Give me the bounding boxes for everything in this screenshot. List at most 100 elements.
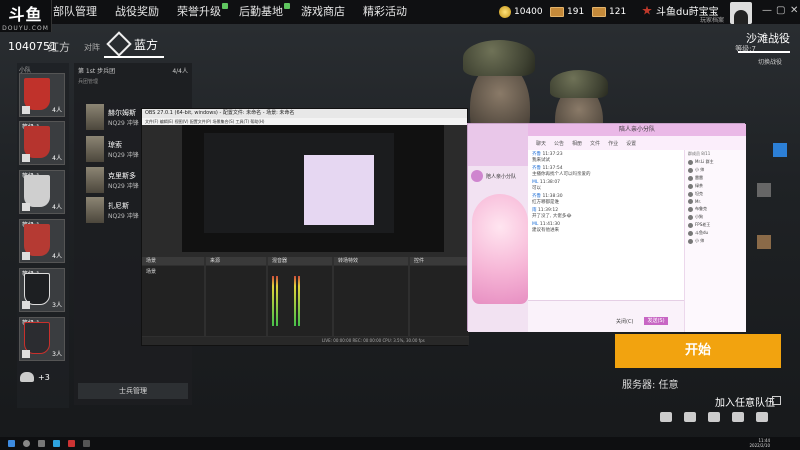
minimize-icon[interactable]: — (762, 5, 772, 16)
chat-tab-notice[interactable]: 公告 (554, 140, 564, 147)
chat-tab-files[interactable]: 文件 (590, 140, 600, 147)
squad-card-2[interactable]: 等级:1 4人 (19, 121, 65, 165)
app-icon[interactable] (68, 440, 75, 447)
crossed-swords-icon (22, 350, 30, 358)
scene-list-item[interactable]: 场景 (142, 266, 204, 277)
contact-item[interactable]: 陪人亲小分队 (468, 166, 528, 186)
squad-section-label: 兵团管理 (78, 79, 99, 85)
soldier-portrait (86, 197, 104, 223)
squad-card-1[interactable]: 4人 (19, 73, 65, 117)
nav-honor-upgrade[interactable]: 荣誉升级 (168, 0, 230, 24)
start-menu-icon[interactable] (8, 440, 15, 447)
nav-events[interactable]: 精彩活动 (354, 0, 416, 24)
silver-currency: 10400 (499, 0, 543, 24)
member-item[interactable]: 斗鱼du (685, 229, 746, 237)
close-icon[interactable]: ✕ (790, 5, 798, 16)
dock-transitions[interactable] (334, 266, 408, 336)
squad-card-5[interactable]: 等级:1 3人 (19, 268, 65, 312)
group-avatar (471, 170, 483, 182)
obs-preview[interactable] (182, 125, 444, 252)
chat-toolbar: 聊天 公告 相册 文件 作业 设置 (528, 136, 746, 150)
list-icon (22, 301, 30, 309)
tab-team-red[interactable]: 红方 (48, 39, 70, 55)
chat-input[interactable] (528, 300, 684, 332)
add-friend-icon[interactable] (684, 412, 696, 422)
more-squads[interactable]: +3 (20, 372, 50, 382)
obs-menu-bar[interactable]: 文件(F) 编辑(E) 视图(V) 配置文件(P) 场景集合(S) 工具(T) … (142, 118, 467, 125)
member-item[interactable]: 小狗 (685, 213, 746, 221)
dock-scenes[interactable]: 场景 (142, 266, 204, 336)
dock-mixer-header: 混音器 (268, 257, 332, 265)
list-icon (22, 203, 30, 211)
chat-close-button[interactable]: 关闭(C) (616, 318, 633, 325)
card-icon (550, 7, 564, 17)
list-icon (22, 106, 30, 114)
search-icon[interactable] (23, 440, 30, 447)
dock-controls[interactable] (410, 266, 469, 336)
side-badge-icon[interactable] (757, 235, 771, 249)
side-badge-icon[interactable] (773, 143, 787, 157)
edge-icon[interactable] (53, 440, 60, 447)
member-item[interactable]: 绿茶 (685, 182, 746, 190)
nav-unit-management[interactable]: 部队管理 (44, 0, 106, 24)
chat-message: ML 11:38:07 可以 (532, 180, 561, 191)
member-item[interactable]: 雷雷 (685, 174, 746, 182)
chat-message-list[interactable]: 齐鲁 11:37:23 我来试试 齐鲁 11:37:54 主播你再找个人可以吗亲爱的… (532, 152, 672, 300)
nav-game-store[interactable]: 游戏商店 (292, 0, 354, 24)
chat-tab-album[interactable]: 相册 (572, 140, 582, 147)
chat-icon[interactable] (756, 412, 768, 422)
join-any-team-checkbox[interactable] (772, 396, 781, 405)
chat-theme-illustration (472, 194, 528, 304)
add-friend-icon[interactable] (708, 412, 720, 422)
member-list-title: 群成员 8/11 (688, 151, 711, 156)
taskview-icon[interactable] (38, 440, 45, 447)
member-item[interactable]: Mr.Li 群主 (685, 158, 746, 166)
wrench-icon (22, 252, 30, 260)
chat-window: 陪人亲小分队 陪人亲小分队 聊天 公告 相册 文件 作业 设置 齐鲁 11:37… (467, 123, 746, 332)
chat-tab-settings[interactable]: 设置 (626, 140, 636, 147)
blue-team-icon (106, 31, 132, 57)
chat-title: 陪人亲小分队 (528, 124, 746, 136)
obs-status-bar: LIVE: 00:00:00 REC: 00:00:00 CPU: 3.5%, … (142, 337, 469, 345)
side-badge-icon[interactable] (757, 183, 771, 197)
maximize-icon[interactable]: ▢ (776, 5, 785, 16)
member-item[interactable]: FPS老王 (685, 221, 746, 229)
member-item[interactable]: 坦克 (685, 190, 746, 198)
avatar[interactable] (730, 2, 752, 24)
nav-logistics-base[interactable]: 后勤基地 (230, 0, 292, 24)
taskbar-clock[interactable]: 11:44 2022/2/10 (749, 438, 770, 448)
tab-team-blue[interactable]: 蓝方 (106, 31, 158, 57)
switch-campaign-link[interactable]: 切换战役 (758, 57, 782, 66)
member-item[interactable]: 小 帅 (685, 237, 746, 245)
soldier-management-button[interactable]: 士兵管理 (78, 383, 188, 399)
obs-title-bar[interactable]: OBS 27.0.1 (64-bit, windows) - 配置文件: 未命名… (142, 109, 467, 118)
chat-send-button[interactable]: 发送(S) (644, 317, 668, 325)
group-member-list[interactable]: 群成员 8/11 Mr.Li 群主 小 帅 雷雷 绿茶 坦克 Mr. 布鲁克 小… (684, 150, 746, 332)
start-button[interactable]: 开始 (615, 334, 781, 368)
squad-card-6[interactable]: 等级:1 3人 (19, 317, 65, 361)
chat-tab-chat[interactable]: 聊天 (536, 140, 546, 147)
nav-campaign-rewards[interactable]: 战役奖励 (106, 0, 168, 24)
server-select[interactable]: 服务器: 任意 (622, 376, 679, 391)
windows-taskbar: 11:44 2022/2/10 (0, 437, 800, 450)
vs-label: 对阵 (84, 43, 100, 52)
dock-scenes-header: 场景 (142, 257, 204, 265)
member-item[interactable]: Mr. (685, 198, 746, 205)
dock-sources[interactable] (206, 266, 266, 336)
new-badge-icon (284, 3, 290, 9)
chat-message: 雨 11:39:12 开了没了, 大佬多😂 (532, 208, 572, 219)
app-icon[interactable] (83, 440, 90, 447)
audio-meter (294, 276, 296, 326)
rank-star-icon (642, 5, 652, 15)
member-item[interactable]: 小 帅 (685, 166, 746, 174)
player-profile-link[interactable]: 玩家档案 (700, 15, 724, 24)
squad-card-3[interactable]: 等级:1 4人 (19, 170, 65, 214)
silver-coin-icon (499, 6, 511, 18)
dock-mixer[interactable] (268, 266, 332, 336)
member-item[interactable]: 布鲁克 (685, 205, 746, 213)
mail-icon[interactable] (732, 412, 744, 422)
chat-tab-homework[interactable]: 作业 (608, 140, 618, 147)
squad-card-4[interactable]: 等级:1 4人 (19, 219, 65, 263)
add-friend-icon[interactable] (660, 412, 672, 422)
dock-sources-header: 来源 (206, 257, 266, 265)
